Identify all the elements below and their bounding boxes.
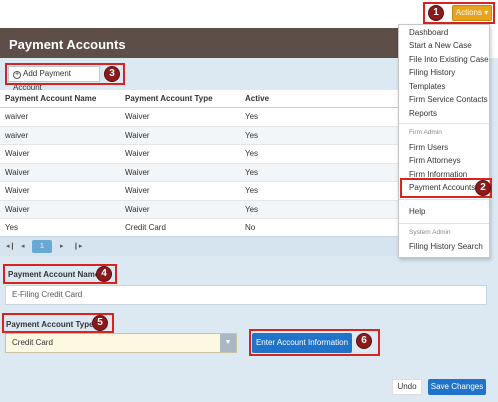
cell-type: Waiver — [125, 149, 150, 158]
cell-active: Yes — [245, 204, 259, 214]
table-row[interactable]: waiver Waiver Yes — [0, 108, 400, 127]
table-header: Payment Account Name Payment Account Typ… — [0, 90, 400, 108]
cell-name: waiver — [5, 130, 29, 140]
cell-name: Waiver — [5, 167, 30, 177]
cell-name: Waiver — [5, 186, 30, 195]
step-marker-6: 6 — [356, 333, 372, 349]
cell-active: Yes — [245, 112, 259, 121]
menu-divider — [399, 223, 489, 224]
step-marker-2: 2 — [475, 180, 491, 196]
prev-page-icon[interactable]: ◂ — [21, 242, 25, 250]
menu-divider — [399, 199, 489, 200]
step-marker-3: 3 — [104, 66, 120, 82]
table-row[interactable]: waiver Waiver Yes — [0, 126, 400, 145]
menu-header-system-admin: System Admin — [409, 229, 451, 236]
step-marker-5: 5 — [92, 315, 108, 331]
payment-accounts-table: Payment Account Name Payment Account Typ… — [0, 90, 400, 238]
cell-type: Waiver — [125, 112, 150, 121]
current-page-button[interactable]: 1 — [32, 240, 52, 253]
column-header-type[interactable]: Payment Account Type — [125, 90, 213, 108]
table-row[interactable]: Waiver Waiver Yes — [0, 163, 400, 182]
page-title: Payment Accounts — [0, 28, 400, 58]
undo-button[interactable]: Undo — [392, 379, 422, 395]
menu-divider — [399, 123, 489, 124]
column-header-active[interactable]: Active — [245, 90, 269, 108]
menu-item-firm-service-contacts[interactable]: Firm Service Contacts — [409, 95, 488, 104]
cell-active: Yes — [245, 167, 259, 177]
menu-item-filing-history-search[interactable]: Filing History Search — [409, 242, 483, 251]
menu-item-help[interactable]: Help — [409, 207, 425, 216]
payment-account-type-select[interactable]: Credit Card ▼ — [5, 333, 237, 353]
cell-active: Yes — [245, 149, 259, 158]
menu-item-filing-history[interactable]: Filing History — [409, 68, 455, 77]
cell-active: No — [245, 223, 256, 232]
menu-item-reports[interactable]: Reports — [409, 109, 437, 118]
selected-type-value: Credit Card — [12, 338, 53, 347]
menu-header-firm-admin: Firm Admin — [409, 129, 442, 136]
cell-type: Waiver — [125, 130, 150, 140]
menu-item-templates[interactable]: Templates — [409, 82, 445, 91]
last-page-icon[interactable]: ❙▸ — [73, 242, 82, 250]
next-page-icon[interactable]: ▸ — [60, 242, 64, 250]
step-marker-1: 1 — [428, 5, 444, 21]
table-row[interactable]: Waiver Waiver Yes — [0, 182, 400, 201]
cell-active: Yes — [245, 130, 259, 140]
chevron-down-icon[interactable]: ▼ — [220, 334, 236, 352]
cell-type: Credit Card — [125, 223, 166, 232]
cell-name: Waiver — [5, 204, 30, 214]
menu-item-firm-users[interactable]: Firm Users — [409, 143, 448, 152]
menu-item-firm-attorneys[interactable]: Firm Attorneys — [409, 156, 461, 165]
cell-type: Waiver — [125, 204, 150, 214]
cell-name: Waiver — [5, 149, 30, 158]
cell-type: Waiver — [125, 167, 150, 177]
table-row[interactable]: Waiver Waiver Yes — [0, 200, 400, 219]
actions-dropdown-menu: Dashboard Start a New Case File Into Exi… — [398, 24, 490, 258]
column-header-name[interactable]: Payment Account Name — [5, 90, 96, 108]
step-marker-4: 4 — [96, 266, 112, 282]
menu-item-file-into-existing-case[interactable]: File Into Existing Case — [409, 55, 489, 64]
cell-name: Yes — [5, 223, 19, 232]
table-row[interactable]: Waiver Waiver Yes — [0, 145, 400, 164]
cell-type: Waiver — [125, 186, 150, 195]
pagination: ◂❙ ◂ 1 ▸ ❙▸ — [0, 236, 400, 256]
cell-name: waiver — [5, 112, 29, 121]
first-page-icon[interactable]: ◂❙ — [6, 242, 15, 250]
save-changes-button[interactable]: Save Changes — [428, 379, 486, 395]
cell-active: Yes — [245, 186, 259, 195]
menu-item-dashboard[interactable]: Dashboard — [409, 28, 448, 37]
table-row[interactable]: Yes Credit Card No — [0, 219, 400, 238]
payment-account-name-input[interactable]: E-Filing Credit Card — [5, 285, 487, 305]
menu-item-start-new-case[interactable]: Start a New Case — [409, 41, 472, 50]
